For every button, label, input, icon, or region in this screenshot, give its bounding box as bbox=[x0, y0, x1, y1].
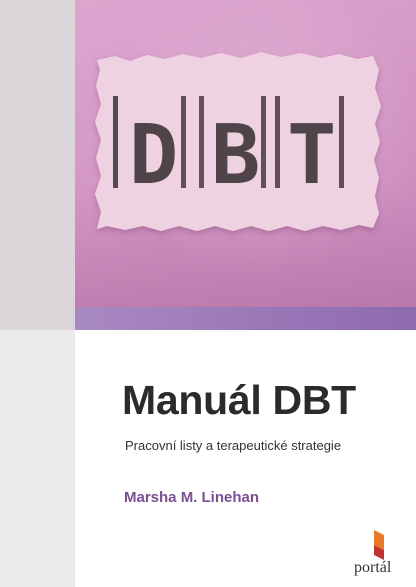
book-author: Marsha M. Linehan bbox=[124, 489, 260, 506]
torn-paper-illustration: D B T bbox=[95, 52, 381, 231]
left-strip-bottom bbox=[0, 330, 75, 587]
publisher-name: portál bbox=[354, 559, 392, 576]
paper-letter-d: D bbox=[129, 108, 178, 203]
left-strip-top bbox=[0, 0, 75, 330]
portal-logo-icon bbox=[374, 530, 384, 560]
book-subtitle: Pracovní listy a terapeutické strategie bbox=[125, 438, 342, 453]
purple-band bbox=[75, 307, 416, 330]
book-cover: D B T Manuál DBT Pracovní listy a terape… bbox=[0, 0, 416, 587]
paper-letter-b: B bbox=[211, 108, 260, 203]
book-title: Manuál DBT bbox=[122, 377, 356, 423]
cover-photo: D B T bbox=[75, 0, 416, 307]
publisher-logo: portál bbox=[354, 530, 410, 580]
paper-letter-t: T bbox=[287, 108, 336, 203]
